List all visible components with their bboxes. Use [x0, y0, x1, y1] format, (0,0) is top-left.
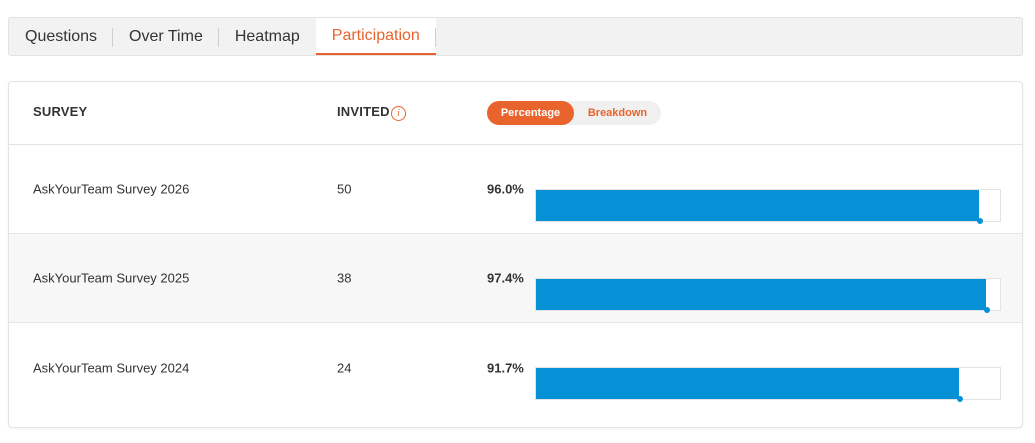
participation-bar — [536, 368, 961, 399]
view-toggle: Percentage Breakdown — [487, 101, 661, 125]
bar-end-marker — [986, 279, 988, 310]
tab-label: Questions — [25, 27, 98, 45]
tab-label: Over Time — [129, 27, 203, 45]
invited-count: 24 — [337, 360, 352, 375]
participation-bar-track — [535, 189, 1001, 224]
table-row: AskYourTeam Survey 2025 38 97.4% — [9, 234, 1022, 323]
tab-label: Participation — [331, 26, 420, 44]
column-header-survey: SURVEY — [33, 104, 88, 119]
breakdown-toggle-button[interactable]: Breakdown — [574, 101, 661, 125]
table-header: SURVEY INVITED i Percentage Breakdown — [9, 82, 1022, 145]
tab-over-time[interactable]: Over Time — [113, 18, 219, 55]
bar-end-dot — [984, 307, 990, 313]
participation-percentage: 91.7% — [487, 360, 524, 375]
participation-table: SURVEY INVITED i Percentage Breakdown As… — [8, 81, 1023, 428]
bar-end-marker — [979, 190, 981, 221]
table-row: AskYourTeam Survey 2024 24 91.7% — [9, 323, 1022, 412]
invited-count: 50 — [337, 181, 352, 197]
invited-count: 38 — [337, 270, 352, 286]
participation-percentage: 96.0% — [487, 181, 524, 197]
participation-bar-track — [535, 367, 1001, 402]
survey-name: AskYourTeam Survey 2025 — [33, 270, 190, 286]
participation-bar-track — [535, 278, 1001, 313]
tab-bar: Questions Over Time Heatmap Participatio… — [8, 17, 1023, 56]
participation-bar — [536, 190, 981, 221]
info-icon[interactable]: i — [391, 106, 406, 121]
tab-questions[interactable]: Questions — [9, 18, 114, 55]
tab-heatmap[interactable]: Heatmap — [219, 18, 316, 55]
tab-participation[interactable]: Participation — [315, 18, 436, 55]
bar-end-marker — [959, 368, 961, 399]
tab-separator — [434, 28, 436, 47]
tab-label: Heatmap — [234, 27, 300, 45]
participation-percentage: 97.4% — [487, 270, 524, 286]
bar-end-dot — [957, 396, 963, 402]
column-header-invited: INVITED — [337, 104, 390, 119]
bar-end-dot — [977, 218, 983, 224]
participation-bar — [536, 279, 988, 310]
survey-name: AskYourTeam Survey 2024 — [33, 360, 190, 375]
percentage-toggle-button[interactable]: Percentage — [487, 101, 574, 125]
survey-name: AskYourTeam Survey 2026 — [33, 181, 190, 197]
table-row: AskYourTeam Survey 2026 50 96.0% — [9, 145, 1022, 234]
